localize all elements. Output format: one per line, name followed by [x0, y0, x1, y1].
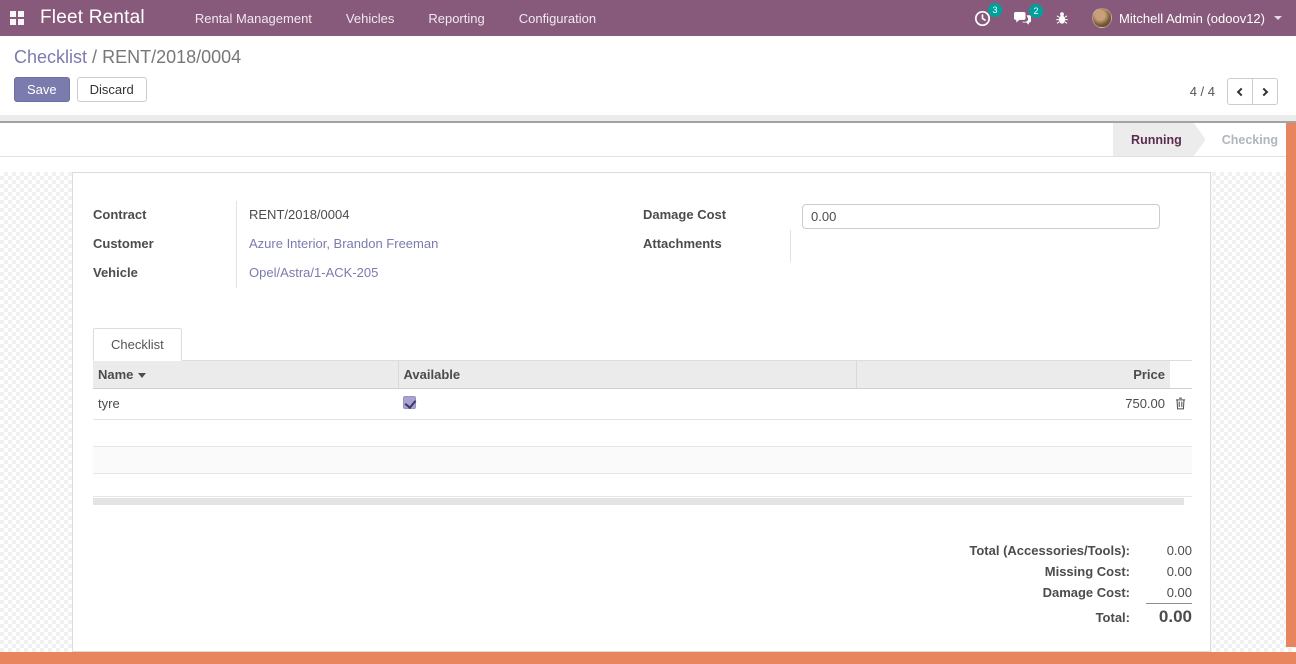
- vehicle-field-row: Vehicle Opel/Astra/1-ACK-205: [93, 259, 643, 288]
- list-horizontal-scrollbar[interactable]: [93, 498, 1184, 505]
- user-avatar: [1092, 8, 1112, 28]
- action-buttons: Save Discard: [14, 77, 1278, 102]
- apps-grid-square: [18, 11, 24, 17]
- empty-row: [93, 446, 1192, 473]
- control-panel: Checklist / RENT/2018/0004 Save Discard …: [0, 36, 1296, 115]
- bug-icon: [1054, 10, 1070, 26]
- menu-vehicles[interactable]: Vehicles: [346, 11, 394, 26]
- row-name-cell[interactable]: tyre: [93, 388, 398, 419]
- column-header-actions: [1170, 361, 1192, 388]
- column-header-name[interactable]: Name: [93, 361, 398, 388]
- delete-row-icon[interactable]: [1175, 397, 1187, 410]
- menu-reporting[interactable]: Reporting: [428, 11, 484, 26]
- total-accessories-value: 0.00: [1146, 540, 1192, 561]
- total-accessories-row: Total (Accessories/Tools): 0.00: [969, 540, 1192, 561]
- form-fields: Contract RENT/2018/0004 Customer Azure I…: [93, 201, 1192, 288]
- activities-badge: 3: [988, 3, 1002, 17]
- chevron-right-icon: [1260, 87, 1268, 95]
- debug-button[interactable]: [1054, 10, 1070, 26]
- customer-link[interactable]: Azure Interior, Brandon Freeman: [249, 236, 438, 251]
- apps-grid-square: [18, 19, 24, 25]
- form-view-background: Contract RENT/2018/0004 Customer Azure I…: [0, 172, 1296, 664]
- vehicle-link[interactable]: Opel/Astra/1-ACK-205: [249, 265, 378, 280]
- apps-grid-square: [10, 11, 16, 17]
- activities-button[interactable]: 3: [974, 10, 991, 27]
- control-panel-divider: [0, 115, 1296, 123]
- statusbar: Running Checking: [0, 123, 1296, 157]
- vehicle-label: Vehicle: [93, 259, 236, 288]
- available-checkbox[interactable]: [403, 396, 416, 409]
- row-actions-cell: [1170, 388, 1192, 419]
- chevron-down-icon: [1274, 16, 1282, 20]
- pager-next-button[interactable]: [1252, 78, 1278, 105]
- total-accessories-label: Total (Accessories/Tools):: [969, 540, 1146, 561]
- checklist-table: Name Available Price tyre 750.00: [93, 361, 1192, 497]
- top-navbar: Fleet Rental Rental Management Vehicles …: [0, 0, 1296, 36]
- screen: Fleet Rental Rental Management Vehicles …: [0, 0, 1296, 664]
- damage-cost-field-row: Damage Cost: [643, 201, 1192, 230]
- breadcrumb-current: RENT/2018/0004: [102, 47, 241, 67]
- grand-total-value: 0.00: [1146, 603, 1192, 630]
- status-running[interactable]: Running: [1113, 123, 1206, 156]
- tab-checklist[interactable]: Checklist: [93, 328, 182, 361]
- contract-field-row: Contract RENT/2018/0004: [93, 201, 643, 230]
- pager-previous-button[interactable]: [1227, 78, 1253, 105]
- app-title[interactable]: Fleet Rental: [40, 7, 145, 29]
- user-menu[interactable]: Mitchell Admin (odoov12): [1092, 8, 1282, 28]
- notebook: Checklist Name Available Price: [93, 328, 1192, 505]
- damage-cost-total-label: Damage Cost:: [969, 582, 1146, 603]
- pager-buttons: [1227, 78, 1278, 105]
- notebook-tabs: Checklist: [93, 328, 1192, 361]
- row-price-cell[interactable]: 750.00: [856, 388, 1170, 419]
- grand-total-label: Total:: [969, 603, 1146, 630]
- left-field-group: Contract RENT/2018/0004 Customer Azure I…: [93, 201, 643, 288]
- table-header-row: Name Available Price: [93, 361, 1192, 388]
- chevron-left-icon: [1237, 87, 1245, 95]
- damage-cost-total-value: 0.00: [1146, 582, 1192, 603]
- damage-cost-row: Damage Cost: 0.00: [969, 582, 1192, 603]
- form-sheet: Contract RENT/2018/0004 Customer Azure I…: [72, 172, 1211, 652]
- row-available-cell: [398, 388, 856, 419]
- damage-cost-input[interactable]: [802, 204, 1160, 229]
- save-button[interactable]: Save: [14, 77, 70, 102]
- pager: 4 / 4: [1190, 78, 1278, 105]
- apps-grid-square: [10, 19, 16, 25]
- sort-desc-icon: [138, 373, 146, 378]
- customer-label: Customer: [93, 230, 236, 259]
- empty-row: [93, 473, 1192, 496]
- status-checking[interactable]: Checking: [1206, 123, 1296, 156]
- missing-cost-row: Missing Cost: 0.00: [969, 561, 1192, 582]
- main-menu: Rental Management Vehicles Reporting Con…: [195, 11, 596, 26]
- pager-counter: 4 / 4: [1190, 84, 1215, 99]
- messages-badge: 2: [1029, 4, 1043, 18]
- missing-cost-value: 0.00: [1146, 561, 1192, 582]
- empty-row: [93, 419, 1192, 446]
- attachments-label: Attachments: [643, 230, 790, 262]
- horizontal-scrollbar[interactable]: [0, 652, 1296, 664]
- menu-configuration[interactable]: Configuration: [519, 11, 596, 26]
- discard-button[interactable]: Discard: [77, 77, 147, 102]
- breadcrumb-separator: /: [92, 47, 97, 67]
- contract-value: RENT/2018/0004: [236, 201, 643, 230]
- damage-cost-label: Damage Cost: [643, 201, 790, 230]
- attachments-value[interactable]: [790, 230, 1192, 262]
- user-name: Mitchell Admin (odoov12): [1119, 11, 1265, 26]
- breadcrumb-checklist-link[interactable]: Checklist: [14, 47, 87, 67]
- column-header-price[interactable]: Price: [856, 361, 1170, 388]
- attachments-field-row: Attachments: [643, 230, 1192, 262]
- customer-field-row: Customer Azure Interior, Brandon Freeman: [93, 230, 643, 259]
- messages-button[interactable]: 2: [1013, 11, 1032, 26]
- right-field-group: Damage Cost Attachments: [643, 201, 1192, 288]
- menu-rental-management[interactable]: Rental Management: [195, 11, 312, 26]
- column-header-available[interactable]: Available: [398, 361, 856, 388]
- totals-summary: Total (Accessories/Tools): 0.00 Missing …: [969, 540, 1192, 630]
- breadcrumb: Checklist / RENT/2018/0004: [14, 47, 1278, 68]
- contract-label: Contract: [93, 201, 236, 230]
- table-row[interactable]: tyre 750.00: [93, 388, 1192, 419]
- apps-menu-icon[interactable]: [10, 11, 24, 25]
- missing-cost-label: Missing Cost:: [969, 561, 1146, 582]
- systray: 3 2 Mitchell Admin (odoov12): [974, 8, 1282, 28]
- grand-total-row: Total: 0.00: [969, 603, 1192, 630]
- vertical-scrollbar[interactable]: [1286, 123, 1296, 647]
